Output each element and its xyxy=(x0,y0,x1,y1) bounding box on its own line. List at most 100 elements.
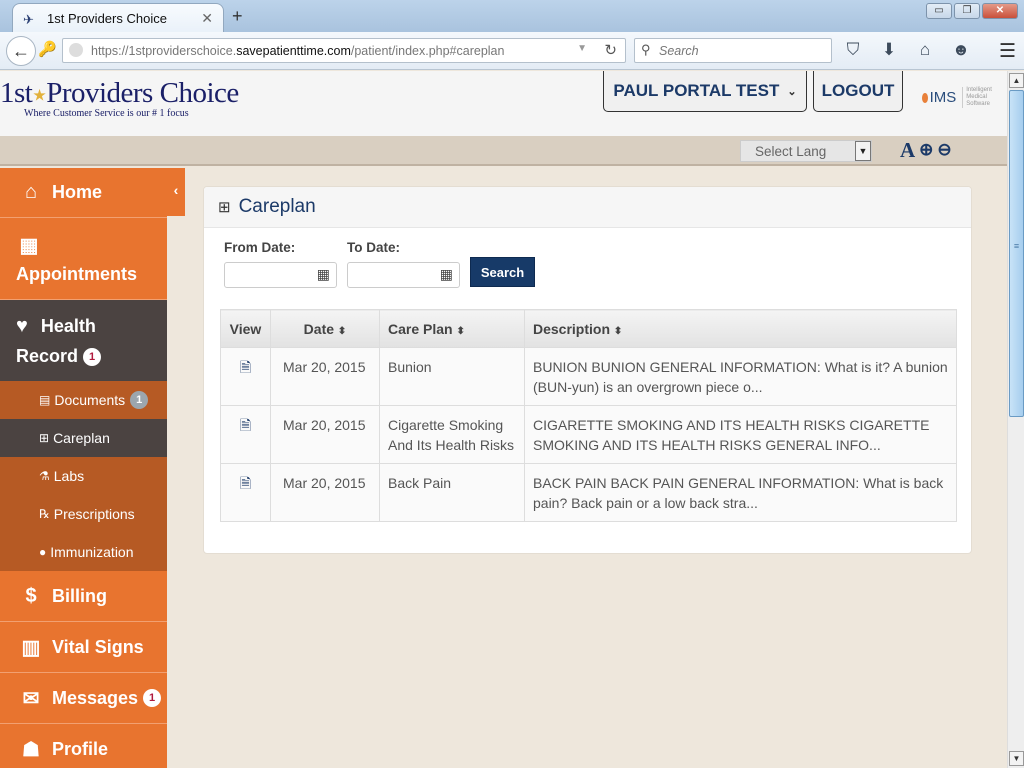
description-cell: CIGARETTE SMOKING AND ITS HEALTH RISKS C… xyxy=(524,405,957,464)
vertical-scrollbar[interactable]: ▲ ≡ ▼ xyxy=(1007,71,1024,768)
close-window-button[interactable]: ✕ xyxy=(982,3,1018,19)
user-name: PAUL PORTAL TEST xyxy=(613,81,780,100)
to-date-input[interactable]: ▦ xyxy=(347,262,460,288)
browser-search-input[interactable]: ⚲ Search xyxy=(634,38,832,63)
view-document-icon[interactable]: 🗎 xyxy=(240,359,251,375)
chevron-down-icon: ⌄ xyxy=(787,85,797,98)
table-row: 🗎 Mar 20, 2015 Back Pain BACK PAIN BACK … xyxy=(220,463,957,522)
bar-chart-icon: ▥ xyxy=(21,636,41,659)
submenu-item-immunization[interactable]: ● Immunization xyxy=(0,533,167,571)
sidebar-item-label: Health xyxy=(40,315,96,336)
submenu-item-careplan[interactable]: ⊞ Careplan xyxy=(0,419,167,457)
font-reset-icon[interactable]: A xyxy=(900,138,915,163)
sidebar-item-messages[interactable]: ✉ Messages 1 xyxy=(0,673,167,724)
sidebar-item-label: Billing xyxy=(52,585,107,606)
scrollbar-thumb[interactable]: ≡ xyxy=(1009,90,1024,417)
date-cell: Mar 20, 2015 xyxy=(270,347,380,406)
url-bar[interactable]: https://1stproviderschoice. savepatientti… xyxy=(62,38,626,63)
medkit-icon: ⊞ xyxy=(39,431,50,445)
careplan-table: View Date ⬍ Care Plan ⬍ Description ⬍ 🗎 … xyxy=(220,309,957,522)
calendar-icon[interactable]: ▦ xyxy=(317,266,330,283)
download-icon[interactable]: ⬇ xyxy=(878,40,900,60)
chat-icon[interactable]: ☻ xyxy=(950,40,972,60)
search-button[interactable]: Search xyxy=(470,257,535,287)
column-header-care-plan[interactable]: Care Plan ⬍ xyxy=(379,309,525,348)
dollar-icon: $ xyxy=(25,584,37,607)
url-dropdown-icon[interactable]: ▼ xyxy=(577,43,587,54)
scroll-up-arrow-icon[interactable]: ▲ xyxy=(1009,73,1024,88)
back-arrow-icon: ← xyxy=(12,41,30,61)
sidebar-item-label: Profile xyxy=(52,738,109,759)
submenu-label: Careplan xyxy=(53,430,110,446)
restore-button[interactable]: ❐ xyxy=(954,3,980,19)
sidebar-item-appointments[interactable]: ▦ Appointments xyxy=(0,218,167,300)
document-icon: ▤ xyxy=(39,393,51,407)
new-tab-button[interactable]: + xyxy=(232,6,243,27)
key-icon[interactable]: 🔑 xyxy=(38,40,57,58)
url-prefix: https://1stproviderschoice. xyxy=(91,43,237,58)
minimize-button[interactable]: ▭ xyxy=(926,3,952,19)
home-icon[interactable]: ⌂ xyxy=(914,40,936,60)
sidebar-collapse-button[interactable]: ‹ xyxy=(167,168,185,216)
sort-icon: ⬍ xyxy=(613,325,623,337)
tab-close-icon[interactable]: ✕ xyxy=(201,10,213,27)
sidebar: ⌂ Home ▦ Appointments ♥ Health Record 1 ▤… xyxy=(0,168,167,768)
scroll-down-arrow-icon[interactable]: ▼ xyxy=(1009,751,1024,766)
prescription-icon: ℞ xyxy=(39,507,50,521)
dropdown-arrow-icon[interactable]: ▼ xyxy=(855,141,871,161)
zoom-in-icon[interactable]: ⊕ xyxy=(919,140,933,163)
view-cell: 🗎 xyxy=(220,347,271,406)
sidebar-item-profile[interactable]: ☗ Profile xyxy=(0,724,167,768)
sidebar-item-label: Messages xyxy=(52,687,139,708)
calendar-icon[interactable]: ▦ xyxy=(440,266,453,283)
flask-icon: ⚗ xyxy=(39,469,50,483)
tab-title: 1st Providers Choice xyxy=(47,11,167,26)
sidebar-item-health-record[interactable]: ♥ Health Record 1 xyxy=(0,300,167,381)
submenu-label: Labs xyxy=(53,468,85,484)
pocket-icon[interactable]: ⛉ xyxy=(842,40,864,60)
date-cell: Mar 20, 2015 xyxy=(270,405,380,464)
url-path: /patient/index.php#careplan xyxy=(350,43,505,58)
from-date-input[interactable]: ▦ xyxy=(224,262,337,288)
careplan-panel: ⊞ Careplan From Date: ▦ To Date: ▦ Searc… xyxy=(203,186,972,554)
sidebar-item-home[interactable]: ⌂ Home xyxy=(0,168,167,218)
submenu-item-documents[interactable]: ▤ Documents 1 xyxy=(0,381,167,419)
site-logo[interactable]: 1st★Providers Choice Where Customer Serv… xyxy=(0,77,239,119)
ims-text: IMS xyxy=(929,89,957,106)
reload-icon[interactable]: ↻ xyxy=(604,41,617,59)
logout-button[interactable]: LOGOUT xyxy=(813,71,903,112)
table-row: 🗎 Mar 20, 2015 Cigarette Smoking And Its… xyxy=(220,405,957,464)
view-cell: 🗎 xyxy=(220,405,271,464)
hamburger-menu-icon[interactable]: ☰ xyxy=(999,40,1016,63)
site-favicon-icon: ✈ xyxy=(23,11,34,27)
calendar-icon: ▦ xyxy=(19,234,39,257)
zoom-out-icon[interactable]: ⊖ xyxy=(937,140,951,163)
url-domain: savepatienttime.com xyxy=(236,43,351,58)
column-header-date[interactable]: Date ⬍ xyxy=(270,309,380,348)
browser-tab[interactable]: ✈ 1st Providers Choice ✕ xyxy=(12,3,224,33)
from-date-label: From Date: xyxy=(224,240,296,255)
home-icon: ⌂ xyxy=(24,181,38,203)
submenu-item-prescriptions[interactable]: ℞ Prescriptions xyxy=(0,495,167,533)
chevron-left-icon: ‹ xyxy=(173,182,179,198)
column-header-description[interactable]: Description ⬍ xyxy=(524,309,957,348)
back-button[interactable]: ← xyxy=(6,36,36,66)
page-title: Careplan xyxy=(238,196,316,217)
submenu-label: Immunization xyxy=(50,544,134,560)
user-menu-button[interactable]: PAUL PORTAL TEST ⌄ xyxy=(603,71,807,112)
sort-icon: ⬍ xyxy=(456,325,465,337)
sidebar-item-label: Record xyxy=(16,345,79,366)
column-header-view: View xyxy=(220,309,271,348)
panel-header: ⊞ Careplan xyxy=(204,187,971,228)
language-select[interactable]: Select Lang ▼ xyxy=(740,140,872,162)
table-row: 🗎 Mar 20, 2015 Bunion BUNION BUNION GENE… xyxy=(220,347,957,406)
sidebar-item-vital-signs[interactable]: ▥ Vital Signs xyxy=(0,622,167,673)
view-document-icon[interactable]: 🗎 xyxy=(240,475,251,491)
sort-icon: ⬍ xyxy=(337,325,347,337)
view-document-icon[interactable]: 🗎 xyxy=(240,417,251,433)
sidebar-item-billing[interactable]: $ Billing xyxy=(0,571,167,622)
table-header-row: View Date ⬍ Care Plan ⬍ Description ⬍ xyxy=(220,309,957,348)
drop-icon: ● xyxy=(39,545,47,559)
submenu-item-labs[interactable]: ⚗ Labs xyxy=(0,457,167,495)
ims-dots-icon xyxy=(922,92,928,103)
